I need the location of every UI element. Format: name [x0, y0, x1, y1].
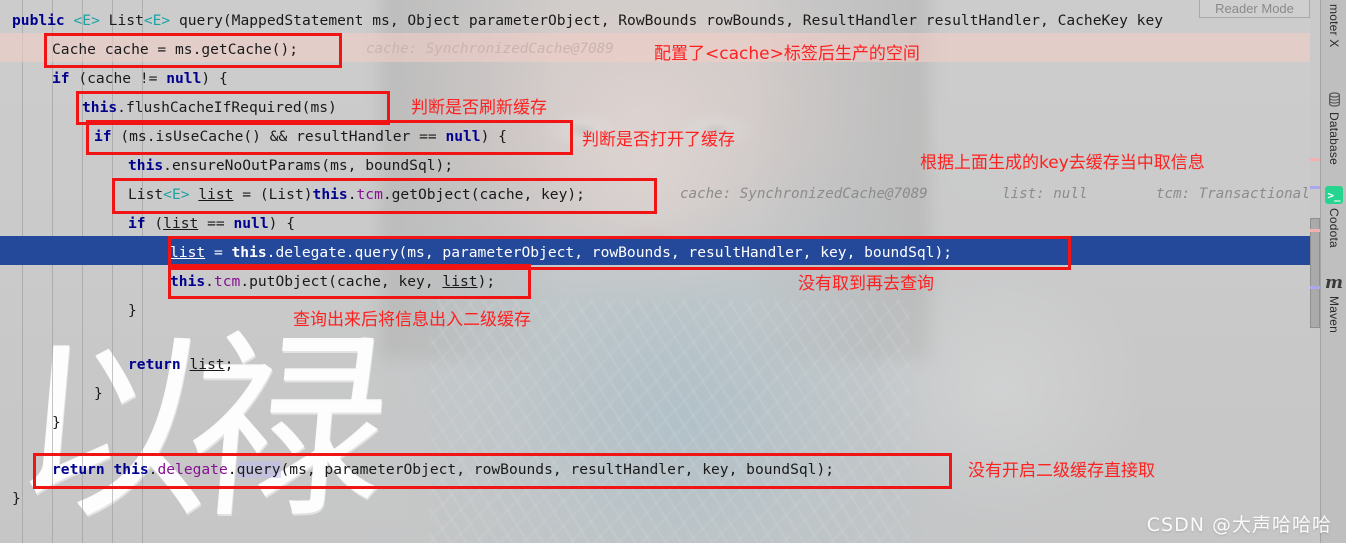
code-line[interactable]: } — [0, 484, 1310, 513]
annotation-cache-space: 配置了<cache>标签后生产的空间 — [654, 44, 920, 64]
tool-window-label: Maven — [1327, 296, 1341, 334]
code-line[interactable]: } — [0, 296, 1310, 325]
annotation-flush-cache: 判断是否刷新缓存 — [411, 98, 547, 118]
scroll-marker-warning-2[interactable] — [1310, 229, 1320, 232]
tool-window-maven[interactable]: m Maven — [1321, 273, 1346, 334]
annotation-get-from-cache: 根据上面生成的key去缓存当中取信息 — [920, 153, 1205, 173]
annotation-use-cache: 判断是否打开了缓存 — [582, 130, 735, 150]
csdn-watermark: CSDN @大声哈哈哈 — [1146, 514, 1332, 536]
code-line[interactable]: List<E> list = (List)this.tcm.getObject(… — [0, 180, 1310, 209]
annotation-put-to-cache: 查询出来后将信息出入二级缓存 — [293, 310, 531, 330]
code-line[interactable]: return list; — [0, 350, 1310, 379]
right-tool-window-bar[interactable]: moter X Database >_ Codota m Maven — [1320, 0, 1346, 543]
code-line[interactable]: this.flushCacheIfRequired(ms) — [0, 93, 1310, 122]
database-icon — [1325, 90, 1343, 108]
code-line[interactable]: if (list == null) { — [0, 209, 1310, 238]
tool-window-promoter-x[interactable]: moter X — [1321, 4, 1346, 47]
scroll-marker-info[interactable] — [1310, 186, 1320, 189]
code-line[interactable]: this.tcm.putObject(cache, key, list); — [0, 267, 1310, 296]
code-line[interactable]: if (cache != null) { — [0, 64, 1310, 93]
tool-window-codota[interactable]: >_ Codota — [1321, 186, 1346, 248]
reader-mode-label[interactable]: Reader Mode — [1199, 0, 1310, 18]
tool-window-label: Codota — [1327, 208, 1341, 248]
annotation-no-l2-cache: 没有开启二级缓存直接取 — [968, 461, 1155, 481]
codota-icon: >_ — [1325, 186, 1343, 204]
scrollbar-thumb[interactable] — [1310, 218, 1320, 328]
code-editor[interactable]: public <E> List<E> query(MappedStatement… — [0, 0, 1310, 543]
scroll-marker-warning[interactable] — [1310, 158, 1320, 161]
code-line[interactable]: public <E> List<E> query(MappedStatement… — [0, 6, 1310, 35]
maven-icon: m — [1325, 273, 1343, 293]
code-line[interactable]: } — [0, 379, 1310, 408]
annotation-query-again: 没有取到再去查询 — [798, 274, 934, 294]
tool-window-label: moter X — [1327, 4, 1341, 48]
tool-window-database[interactable]: Database — [1321, 90, 1346, 165]
scroll-marker-info-2[interactable] — [1310, 286, 1320, 289]
ide-window: 以禄 public <E> List<E> query(MappedStatem… — [0, 0, 1346, 543]
code-line[interactable]: } — [0, 408, 1310, 437]
code-line-current[interactable]: list = this.delegate.query(ms, parameter… — [0, 238, 1310, 267]
tool-window-label: Database — [1327, 112, 1341, 165]
editor-scrollbar[interactable] — [1310, 0, 1320, 543]
